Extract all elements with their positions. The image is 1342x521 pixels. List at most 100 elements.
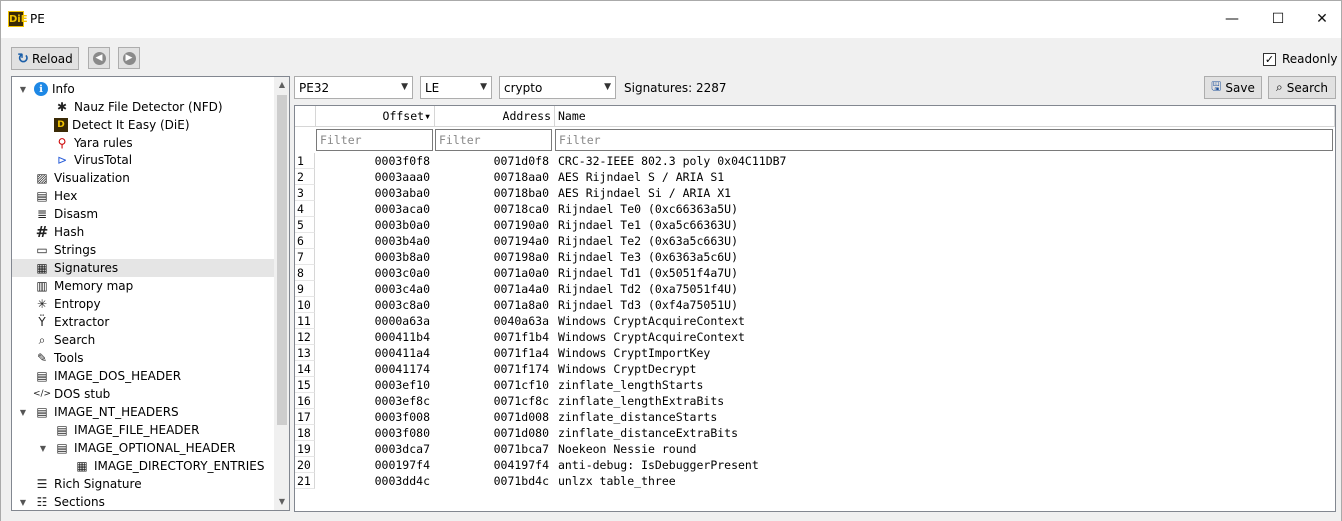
entropy-icon: ✳	[36, 297, 48, 311]
offset-cell: 0003dd4c	[374, 474, 430, 488]
tree-item[interactable]: ▦ IMAGE_DIRECTORY_ENTRIES	[12, 457, 274, 475]
forward-button[interactable]: ▶	[118, 47, 140, 69]
tree-item[interactable]: ⌕ Search	[12, 331, 274, 349]
tree-item[interactable]: ✳ Entropy	[12, 295, 274, 313]
tree-item[interactable]: ▼ ☷ Sections	[12, 493, 274, 510]
table-row[interactable]: 14 00041174 0071f174 Windows CryptDecrypt	[295, 361, 1335, 377]
table-row[interactable]: 3 0003aba0 00718ba0 AES Rijndael Si / ARIA …	[295, 185, 1335, 201]
table-row[interactable]: 15 0003ef10 0071cf10 zinflate_lengthStarts	[295, 377, 1335, 393]
scroll-up-icon[interactable]: ▲	[274, 77, 289, 93]
tree-item[interactable]: ▤ IMAGE_FILE_HEADER	[12, 421, 274, 439]
tree-item[interactable]: ▭ Strings	[12, 241, 274, 259]
table-row[interactable]: 18 0003f080 0071d080 zinflate_distanceExtra…	[295, 425, 1335, 441]
row-number: 10	[295, 297, 315, 313]
search-button[interactable]: ⌕ Search	[1268, 76, 1336, 99]
table-row[interactable]: 2 0003aaa0 00718aa0 AES Rijndael S / ARIA S…	[295, 169, 1335, 185]
tree-item[interactable]: ▼ ℹ Info	[12, 80, 274, 98]
tree-item[interactable]: Ÿ Extractor	[12, 313, 274, 331]
table-row[interactable]: 10 0003c8a0 0071a8a0 Rijndael Td3 (0xf4a750…	[295, 297, 1335, 313]
table-row[interactable]: 19 0003dca7 0071bca7 Noekeon Nessie round	[295, 441, 1335, 457]
table-row[interactable]: 13 000411a4 0071f1a4 Windows CryptImportKey	[295, 345, 1335, 361]
readonly-check-box[interactable]: ✓	[1263, 52, 1276, 66]
name-column-header[interactable]: Name	[555, 106, 1335, 127]
maximize-button[interactable]: ☐	[1255, 1, 1301, 37]
table-row[interactable]: 7 0003b8a0 007198a0 Rijndael Te3 (0x6363a5c…	[295, 249, 1335, 265]
row-number: 21	[295, 473, 315, 489]
search-label: Search	[1286, 80, 1328, 95]
row-number: 7	[295, 249, 315, 265]
table-row[interactable]: 12 000411b4 0071f1b4 Windows CryptAcquireCo…	[295, 329, 1335, 345]
expand-arrow-icon[interactable]: ▼	[18, 498, 28, 507]
signature-type-select[interactable]: crypto ▼	[499, 76, 616, 99]
tree-item[interactable]: ▼ ▤ IMAGE_NT_HEADERS	[12, 403, 274, 421]
reload-icon: ↻	[17, 50, 29, 67]
readonly-checkbox[interactable]: ✓ Readonly	[1263, 52, 1338, 66]
address-cell: 0071f174	[493, 362, 549, 376]
table-row[interactable]: 21 0003dd4c 0071bd4c unlzx table_three	[295, 473, 1335, 489]
expand-arrow-icon[interactable]: ▼	[18, 408, 28, 417]
minimize-button[interactable]: —	[1209, 1, 1255, 37]
table-row[interactable]: 8 0003c0a0 0071a0a0 Rijndael Td1 (0x5051f4a…	[295, 265, 1335, 281]
offset-cell: 0000a63a	[374, 314, 430, 328]
offset-column-header[interactable]: Offset▾	[316, 106, 435, 127]
name-cell: Rijndael Te0 (0xc66363a5U)	[558, 202, 739, 216]
tree-item[interactable]: </> DOS stub	[12, 385, 274, 403]
table-row[interactable]: 1 0003f0f8 0071d0f8 CRC-32-IEEE 802.3 poly …	[295, 153, 1335, 169]
table-row[interactable]: 20 000197f4 004197f4 anti-debug: IsDebugger…	[295, 457, 1335, 473]
expand-arrow-icon[interactable]: ▼	[18, 85, 28, 94]
mode-select[interactable]: PE32 ▼	[294, 76, 413, 99]
tree-item[interactable]: ▤ Hex	[12, 187, 274, 205]
row-number: 6	[295, 233, 315, 249]
table-row[interactable]: 11 0000a63a 0040a63a Windows CryptAcquireCo…	[295, 313, 1335, 329]
save-label: Save	[1225, 80, 1255, 95]
table-row[interactable]: 5 0003b0a0 007190a0 Rijndael Te1 (0xa5c6636…	[295, 217, 1335, 233]
tree-item[interactable]: ▥ Memory map	[12, 277, 274, 295]
tools-icon: ✎	[36, 351, 48, 365]
tree-item[interactable]: ▤ IMAGE_DOS_HEADER	[12, 367, 274, 385]
address-cell: 007190a0	[493, 218, 549, 232]
header-icon: ▤	[56, 441, 68, 455]
signatures-icon: ▦	[36, 261, 48, 275]
name-filter-input[interactable]: Filter	[555, 129, 1333, 151]
table-row[interactable]: 6 0003b4a0 007194a0 Rijndael Te2 (0x63a5c66…	[295, 233, 1335, 249]
scrollbar-thumb[interactable]	[277, 95, 287, 425]
tree-item[interactable]: ▼ ▤ IMAGE_OPTIONAL_HEADER	[12, 439, 274, 457]
virustotal-icon: ⊳	[56, 153, 68, 167]
tree-item[interactable]: ≣ Disasm	[12, 205, 274, 223]
tree-item[interactable]: ✱ Nauz File Detector (NFD)	[12, 98, 274, 116]
row-number: 12	[295, 329, 315, 345]
offset-filter-input[interactable]: Filter	[316, 129, 433, 151]
tree-item[interactable]: ▨ Visualization	[12, 169, 274, 187]
table-row[interactable]: 4 0003aca0 00718ca0 Rijndael Te0 (0xc66363a…	[295, 201, 1335, 217]
offset-cell: 0003aba0	[374, 186, 430, 200]
offset-cell: 0003b0a0	[374, 218, 430, 232]
tree-item[interactable]: ☰ Rich Signature	[12, 475, 274, 493]
endian-select[interactable]: LE ▼	[420, 76, 492, 99]
table-row[interactable]: 17 0003f008 0071d008 zinflate_distanceStart…	[295, 409, 1335, 425]
tree-scrollbar[interactable]: ▲ ▼	[274, 77, 289, 510]
search-icon: ⌕	[1276, 80, 1283, 94]
close-button[interactable]: ✕	[1299, 1, 1342, 37]
address-filter-input[interactable]: Filter	[435, 129, 552, 151]
tree-item[interactable]: # Hash	[12, 223, 274, 241]
expand-arrow-icon[interactable]: ▼	[38, 444, 48, 453]
offset-cell: 0003aca0	[374, 202, 430, 216]
tree-item[interactable]: ✎ Tools	[12, 349, 274, 367]
table-row[interactable]: 9 0003c4a0 0071a4a0 Rijndael Td2 (0xa75051f…	[295, 281, 1335, 297]
save-button[interactable]: 🖫 Save	[1204, 76, 1262, 99]
back-button[interactable]: ◀	[88, 47, 110, 69]
name-cell: unlzx table_three	[558, 474, 676, 488]
reload-button[interactable]: ↻ Reload	[11, 47, 79, 70]
tree-item[interactable]: ⊳ VirusTotal	[12, 151, 274, 169]
tree-item-label: Signatures	[54, 261, 119, 275]
address-column-header[interactable]: Address	[435, 106, 555, 127]
tree-item[interactable]: D Detect It Easy (DiE)	[12, 116, 274, 134]
tree-item[interactable]: ⚲ Yara rules	[12, 134, 274, 152]
tree-item[interactable]: ▦ Signatures	[12, 259, 274, 277]
name-cell: Rijndael Te1 (0xa5c66363U)	[558, 218, 739, 232]
tree-item-label: Sections	[54, 495, 105, 509]
offset-header-label: Offset	[382, 109, 425, 123]
table-row[interactable]: 16 0003ef8c 0071cf8c zinflate_lengthExtraBi…	[295, 393, 1335, 409]
scroll-down-icon[interactable]: ▼	[274, 494, 289, 510]
list-icon: ☰	[36, 477, 48, 491]
